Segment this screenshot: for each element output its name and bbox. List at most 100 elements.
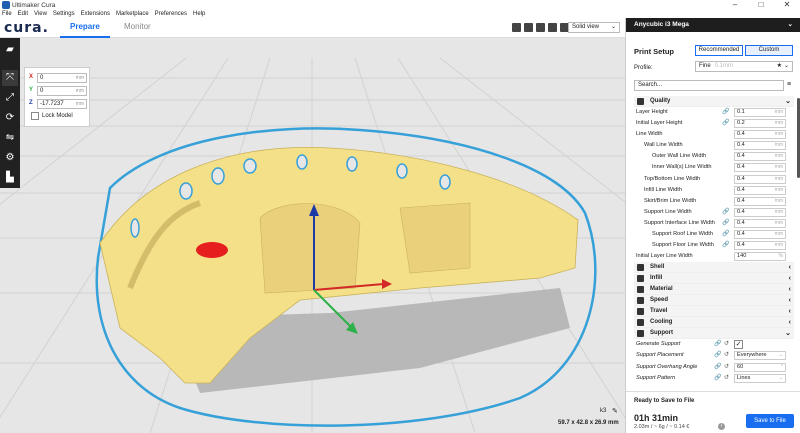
view-3d-icon[interactable] — [512, 23, 521, 32]
x-position-input[interactable]: 0 mm — [37, 73, 87, 83]
setting-value: 0.4 — [737, 131, 745, 138]
view-top-icon[interactable] — [536, 23, 545, 32]
menu-preferences[interactable]: Preferences — [155, 10, 187, 18]
lock-model-row[interactable]: Lock Model — [31, 112, 73, 120]
setting-row: Initial Layer Height 🔗 0.2 mm — [634, 118, 794, 129]
infill-icon — [637, 275, 644, 283]
save-to-file-button[interactable]: Save to File — [746, 414, 794, 428]
view-orientation-buttons — [512, 23, 569, 32]
link-icon[interactable]: 🔗 — [722, 118, 729, 129]
info-icon[interactable]: i — [718, 423, 725, 430]
category-material[interactable]: Material ‹ — [634, 284, 794, 296]
printer-selector[interactable]: Anycubic i3 Mega ⌄ — [626, 18, 800, 32]
menu-help[interactable]: Help — [193, 10, 205, 18]
minimize-icon[interactable]: – — [722, 0, 748, 10]
link-icon[interactable]: 🔗 — [722, 229, 729, 240]
link-icon[interactable]: 🔗 — [714, 339, 721, 350]
output-panel: Ready to Save to File 01h 31min 2.03m / … — [626, 391, 800, 433]
setting-label: Support Roof Line Width — [652, 231, 713, 238]
tab-monitor[interactable]: Monitor — [124, 22, 151, 31]
setting-label: Top/Bottom Line Width — [644, 175, 701, 182]
reset-icon[interactable]: ↺ — [724, 373, 729, 384]
link-icon[interactable]: 🔗 — [714, 350, 721, 361]
setting-value-input[interactable]: 0.4 mm — [734, 185, 786, 195]
setting-value-input[interactable]: 0.4 mm — [734, 141, 786, 151]
setting-value-input[interactable]: 0.4 mm — [734, 152, 786, 162]
shell-icon — [637, 264, 644, 272]
category-cooling[interactable]: Cooling ‹ — [634, 317, 794, 329]
setting-value-input[interactable]: 0.4 mm — [734, 130, 786, 140]
menu-bar: File Edit View Settings Extensions Marke… — [0, 10, 800, 18]
setting-value-input[interactable]: 0.4 mm — [734, 207, 786, 217]
recommended-mode-button[interactable]: Recommended — [695, 45, 743, 56]
reset-icon[interactable]: ↺ — [724, 350, 729, 361]
link-icon[interactable]: 🔗 — [714, 373, 721, 384]
category-speed[interactable]: Speed ‹ — [634, 295, 794, 307]
settings-menu-icon[interactable]: ≡ — [787, 81, 791, 88]
link-icon[interactable]: 🔗 — [722, 218, 729, 229]
reset-icon[interactable]: ↺ — [724, 339, 729, 350]
setting-select[interactable]: Lines ⌄ — [734, 373, 786, 383]
setting-checkbox[interactable]: ✓ — [734, 340, 743, 350]
setting-value-input[interactable]: 0.4 mm — [734, 241, 786, 251]
setting-value-input[interactable]: 0.4 mm — [734, 218, 786, 228]
setting-select[interactable]: Everywhere ⌄ — [734, 351, 786, 361]
z-position-input[interactable]: -17.7237 mm — [37, 99, 87, 109]
menu-file[interactable]: File — [2, 10, 12, 18]
menu-marketplace[interactable]: Marketplace — [116, 10, 149, 18]
edit-name-icon[interactable]: ✎ — [612, 407, 618, 415]
setting-value-input[interactable]: 0.2 mm — [734, 119, 786, 129]
per-model-settings-icon[interactable]: ⚙ — [2, 150, 18, 166]
support-blocker-icon[interactable]: ▙ — [2, 170, 18, 186]
link-icon[interactable]: 🔗 — [722, 107, 729, 118]
tab-prepare[interactable]: Prepare — [70, 22, 100, 31]
setting-value-input[interactable]: 0.4 mm — [734, 196, 786, 206]
y-position-input[interactable]: 0 mm — [37, 86, 87, 96]
link-icon[interactable]: 🔗 — [722, 207, 729, 218]
setting-label: Support Interface Line Width — [644, 219, 715, 226]
open-file-icon[interactable]: ▰ — [2, 42, 18, 58]
view-left-icon[interactable] — [548, 23, 557, 32]
category-infill[interactable]: Infill ‹ — [634, 273, 794, 285]
view-front-icon[interactable] — [524, 23, 533, 32]
mirror-tool-icon[interactable]: ⇋ — [2, 130, 18, 146]
setting-value-input[interactable]: 60 ° — [734, 362, 786, 372]
reset-icon[interactable]: ↺ — [724, 362, 729, 373]
category-shell[interactable]: Shell ‹ — [634, 262, 794, 274]
menu-edit[interactable]: Edit — [18, 10, 28, 18]
setting-label: Line Width — [636, 131, 663, 138]
scale-tool-icon[interactable]: ⤢ — [2, 90, 18, 106]
setting-row: Skirt/Brim Line Width 0.4 mm — [634, 196, 794, 207]
star-icon[interactable]: ★ — [777, 62, 782, 71]
category-travel[interactable]: Travel ‹ — [634, 306, 794, 318]
setting-value-input[interactable]: 0.4 mm — [734, 230, 786, 240]
move-tool-icon[interactable]: ⤧ — [2, 70, 18, 86]
setting-value: 0.4 — [737, 153, 745, 160]
settings-search-input[interactable]: Search... — [634, 80, 784, 91]
rotate-tool-icon[interactable]: ⟳ — [2, 110, 18, 126]
setting-value-input[interactable]: 0.4 mm — [734, 174, 786, 184]
link-icon[interactable]: 🔗 — [714, 362, 721, 373]
category-label: Shell — [650, 264, 665, 271]
maximize-icon[interactable]: □ — [748, 0, 774, 10]
close-icon[interactable]: ✕ — [774, 0, 800, 10]
chevron-down-icon: ⌄ — [778, 374, 783, 381]
custom-mode-button[interactable]: Custom — [745, 45, 793, 56]
menu-view[interactable]: View — [34, 10, 47, 18]
setting-unit: mm — [774, 231, 783, 238]
lock-model-checkbox[interactable] — [31, 112, 39, 120]
setting-label: Skirt/Brim Line Width — [644, 197, 697, 204]
setting-value-input[interactable]: 0.4 mm — [734, 163, 786, 173]
model-hole — [211, 167, 225, 185]
category-support[interactable]: Support ⌄ — [634, 328, 794, 340]
category-quality[interactable]: Quality ⌄ — [634, 96, 794, 107]
setting-row: Line Width 0.4 mm — [634, 129, 794, 140]
view-mode-select[interactable]: Solid view ⌄ — [568, 22, 620, 33]
link-icon[interactable]: 🔗 — [722, 240, 729, 251]
menu-settings[interactable]: Settings — [53, 10, 75, 18]
setting-value-input[interactable]: 140% — [734, 252, 786, 262]
profile-select[interactable]: Fine 0.1mm ★ ⌄ — [695, 61, 793, 72]
menu-extensions[interactable]: Extensions — [81, 10, 110, 18]
viewport[interactable] — [0, 38, 625, 433]
setting-value-input[interactable]: 0.1 mm — [734, 108, 786, 117]
